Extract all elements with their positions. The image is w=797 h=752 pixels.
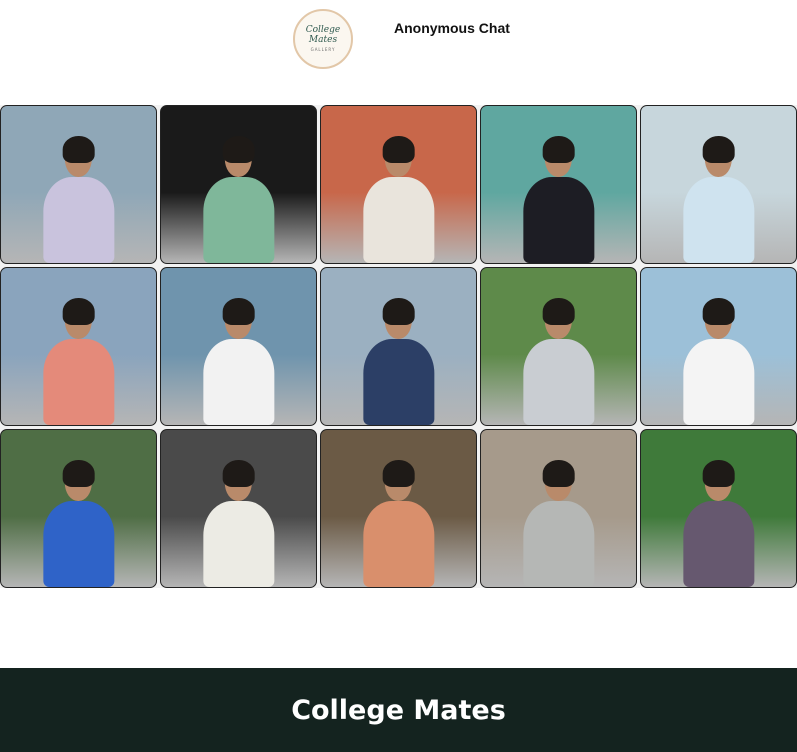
person-hair-shape (702, 135, 735, 163)
photo-person-icon (682, 459, 755, 587)
site-logo[interactable]: College Mates GALLERY (293, 9, 353, 69)
photo-person-icon (202, 297, 275, 425)
person-hair-shape (222, 297, 255, 325)
gallery-photo[interactable] (320, 267, 477, 426)
person-hair-shape (62, 297, 95, 325)
gallery-photo[interactable] (640, 267, 797, 426)
photo-person-icon (202, 135, 275, 263)
person-body-shape (362, 177, 435, 263)
gallery-photo[interactable] (480, 105, 637, 264)
person-body-shape (202, 501, 275, 587)
footer: College Mates (0, 668, 797, 752)
person-body-shape (202, 339, 275, 425)
photo-person-icon (362, 459, 435, 587)
person-body-shape (42, 501, 115, 587)
person-hair-shape (222, 135, 255, 163)
person-body-shape (682, 501, 755, 587)
person-body-shape (362, 501, 435, 587)
person-hair-shape (702, 459, 735, 487)
photo-person-icon (202, 459, 275, 587)
photo-person-icon (682, 297, 755, 425)
photo-person-icon (42, 297, 115, 425)
gallery-photo[interactable] (0, 105, 157, 264)
photo-person-icon (522, 459, 595, 587)
gallery-photo[interactable] (160, 429, 317, 588)
person-hair-shape (62, 459, 95, 487)
gallery-photo[interactable] (480, 267, 637, 426)
person-hair-shape (382, 297, 415, 325)
person-body-shape (522, 501, 595, 587)
photo-person-icon (42, 135, 115, 263)
photo-person-icon (522, 297, 595, 425)
photo-person-icon (682, 135, 755, 263)
logo-subtext: GALLERY (310, 47, 336, 53)
person-hair-shape (222, 459, 255, 487)
person-body-shape (42, 339, 115, 425)
photo-gallery (0, 105, 797, 588)
footer-title: College Mates (291, 694, 506, 726)
gallery-photo[interactable] (160, 267, 317, 426)
anonymous-chat-link[interactable]: Anonymous Chat (394, 20, 510, 36)
person-body-shape (682, 339, 755, 425)
person-hair-shape (542, 297, 575, 325)
photo-person-icon (42, 459, 115, 587)
gallery-photo[interactable] (320, 429, 477, 588)
photo-person-icon (522, 135, 595, 263)
person-body-shape (42, 177, 115, 263)
person-body-shape (202, 177, 275, 263)
person-hair-shape (382, 135, 415, 163)
gallery-photo[interactable] (160, 105, 317, 264)
person-body-shape (522, 177, 595, 263)
person-hair-shape (702, 297, 735, 325)
person-hair-shape (542, 459, 575, 487)
person-hair-shape (62, 135, 95, 163)
gallery-photo[interactable] (480, 429, 637, 588)
gallery-photo[interactable] (320, 105, 477, 264)
person-hair-shape (382, 459, 415, 487)
photo-person-icon (362, 135, 435, 263)
person-hair-shape (542, 135, 575, 163)
gallery-photo[interactable] (640, 105, 797, 264)
person-body-shape (522, 339, 595, 425)
gallery-photo[interactable] (0, 429, 157, 588)
photo-person-icon (362, 297, 435, 425)
gallery-photo[interactable] (0, 267, 157, 426)
person-body-shape (362, 339, 435, 425)
gallery-photo[interactable] (640, 429, 797, 588)
logo-script-text: College Mates (305, 24, 341, 45)
person-body-shape (682, 177, 755, 263)
